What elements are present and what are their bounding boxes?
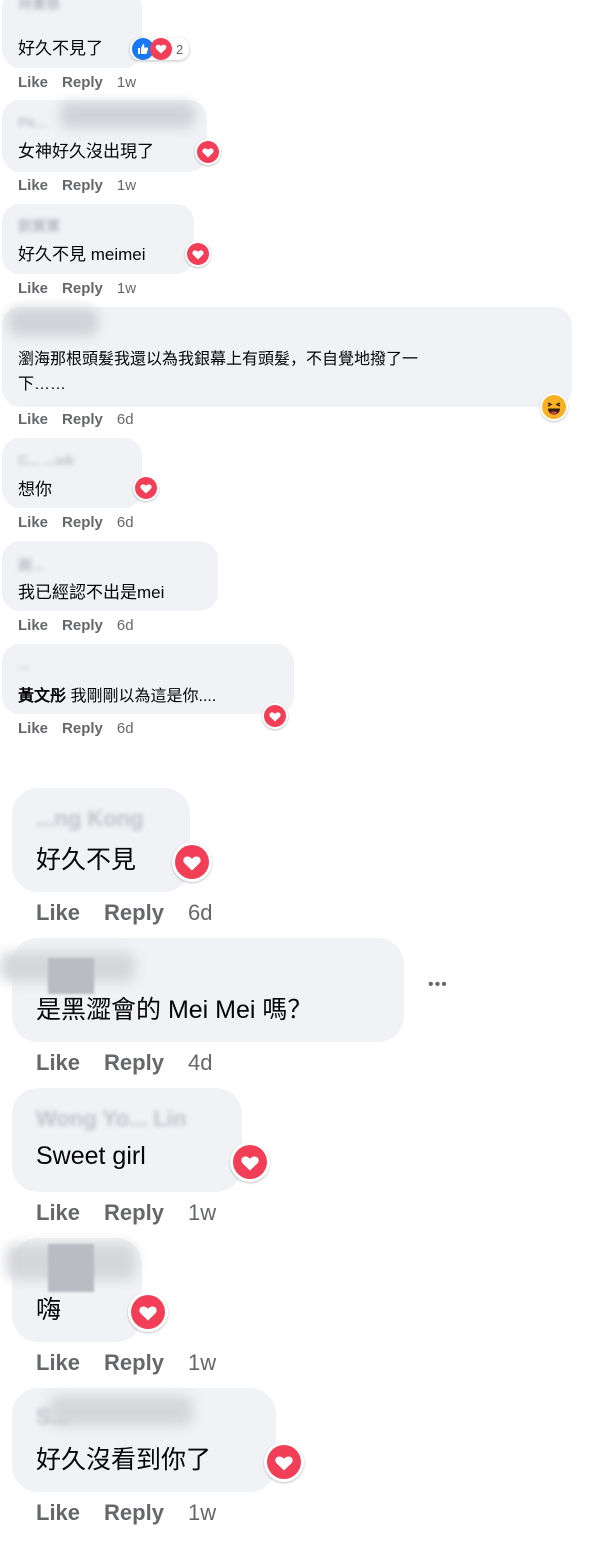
reply-button[interactable]: Reply <box>104 900 164 925</box>
love-icon[interactable] <box>195 139 221 165</box>
comment-text: 好久不見了 <box>18 39 103 58</box>
timestamp[interactable]: 1w <box>188 1350 216 1375</box>
like-button[interactable]: Like <box>18 617 48 634</box>
comment-bubble[interactable] <box>12 1088 242 1192</box>
love-icon <box>150 38 172 60</box>
comment-actions: Like Reply 6d <box>18 617 148 634</box>
redaction-block <box>48 958 94 994</box>
comment-text: 好久不見 meimei <box>18 245 146 264</box>
like-button[interactable]: Like <box>18 720 48 737</box>
like-button[interactable]: Like <box>36 1050 80 1075</box>
comment-author[interactable]: 謝... <box>18 555 44 575</box>
comment-actions: Like Reply 1w <box>18 280 150 297</box>
reply-button[interactable]: Reply <box>104 1350 164 1375</box>
like-button[interactable]: Like <box>18 514 48 531</box>
love-icon[interactable] <box>133 475 159 501</box>
reply-button[interactable]: Reply <box>62 177 103 194</box>
love-icon[interactable] <box>264 1442 304 1482</box>
comment-author[interactable]: S... <box>36 1404 69 1430</box>
like-button[interactable]: Like <box>36 900 80 925</box>
comment-actions: Like Reply 1w <box>36 1200 230 1226</box>
redaction-block <box>48 1244 94 1292</box>
reaction-count: 2 <box>176 41 184 57</box>
comment-text: 是黑澀會的 Mei Mei 嗎？ <box>36 996 313 1024</box>
reply-button[interactable]: Reply <box>104 1500 164 1525</box>
timestamp[interactable]: 6d <box>188 900 212 925</box>
comment-author[interactable]: 林寶慈 <box>18 0 60 14</box>
reply-button[interactable]: Reply <box>104 1200 164 1225</box>
timestamp[interactable]: 1w <box>117 177 136 194</box>
comment-author[interactable]: 劉寶寶 <box>18 216 60 236</box>
reply-button[interactable]: Reply <box>62 74 103 91</box>
like-button[interactable]: Like <box>18 411 48 428</box>
comment-actions: Like Reply 4d <box>36 1050 226 1076</box>
like-button[interactable]: Like <box>18 177 48 194</box>
redaction-blur <box>60 102 195 128</box>
comment-text-line: 下…… <box>18 376 67 393</box>
comment-text: 女神好久沒出現了 <box>18 142 154 161</box>
like-button[interactable]: Like <box>18 74 48 91</box>
timestamp[interactable]: 6d <box>117 514 134 531</box>
comment-actions: Like Reply 6d <box>18 514 148 531</box>
comment-actions: Like Reply 1w <box>18 177 150 194</box>
timestamp[interactable]: 6d <box>117 411 134 428</box>
love-icon[interactable] <box>262 703 288 729</box>
reaction-summary[interactable]: 2 <box>130 38 190 60</box>
comment-actions: Like Reply 1w <box>36 1350 230 1376</box>
reply-button[interactable]: Reply <box>62 720 103 737</box>
love-icon[interactable] <box>230 1142 270 1182</box>
comment-author[interactable]: Pe... <box>18 114 47 130</box>
reply-button[interactable]: Reply <box>62 280 103 297</box>
timestamp[interactable]: 6d <box>117 617 134 634</box>
haha-icon[interactable] <box>540 393 568 421</box>
reply-button[interactable]: Reply <box>62 514 103 531</box>
love-icon[interactable] <box>185 241 211 267</box>
love-icon[interactable] <box>128 1292 168 1332</box>
comment-text: 我已經認不出是mei <box>18 583 165 602</box>
comment-text: 嗨 <box>36 1296 62 1324</box>
like-button[interactable]: Like <box>36 1500 80 1525</box>
comment-actions: Like Reply 6d <box>18 411 148 428</box>
comment-text-line: 瀏海那根頭髮我還以為我銀幕上有頭髮，不自覺地撥了一 <box>18 351 419 368</box>
comment-author[interactable]: ... <box>18 656 30 672</box>
like-button[interactable]: Like <box>36 1200 80 1225</box>
comment-author[interactable]: ...ng Kong <box>36 806 144 832</box>
comment-text: 好久沒看到你了 <box>36 1446 212 1474</box>
reply-button[interactable]: Reply <box>62 411 103 428</box>
redaction-blur <box>48 1396 193 1426</box>
comment-author[interactable]: C... ...wk <box>18 452 74 468</box>
timestamp[interactable]: 6d <box>117 720 134 737</box>
timestamp[interactable]: 1w <box>117 74 136 91</box>
reply-button[interactable]: Reply <box>104 1050 164 1075</box>
more-options-button[interactable]: ••• <box>428 976 448 994</box>
timestamp[interactable]: 1w <box>188 1200 216 1225</box>
comment-actions: Like Reply 1w <box>18 74 150 91</box>
comment-author[interactable]: Wong Yo... Lin <box>36 1106 186 1132</box>
mention-link[interactable]: 黃文彤 <box>18 688 66 705</box>
comment-actions: Like Reply 1w <box>36 1500 230 1526</box>
comment-text-body: 我剛剛以為這是你.... <box>66 688 217 705</box>
comment-text: 好久不見 <box>36 846 137 874</box>
redaction-blur <box>8 308 98 336</box>
comment-actions: Like Reply 6d <box>18 720 148 737</box>
comment-actions: Like Reply 6d <box>36 900 226 926</box>
reply-button[interactable]: Reply <box>62 617 103 634</box>
comment-text: 想你 <box>18 480 52 499</box>
like-button[interactable]: Like <box>36 1350 80 1375</box>
comment-text: 黃文彤 我剛剛以為這是你.... <box>18 682 216 706</box>
love-icon[interactable] <box>172 842 212 882</box>
timestamp[interactable]: 4d <box>188 1050 212 1075</box>
comment-text: Sweet girl <box>36 1142 146 1170</box>
like-button[interactable]: Like <box>18 280 48 297</box>
timestamp[interactable]: 1w <box>117 280 136 297</box>
timestamp[interactable]: 1w <box>188 1500 216 1525</box>
